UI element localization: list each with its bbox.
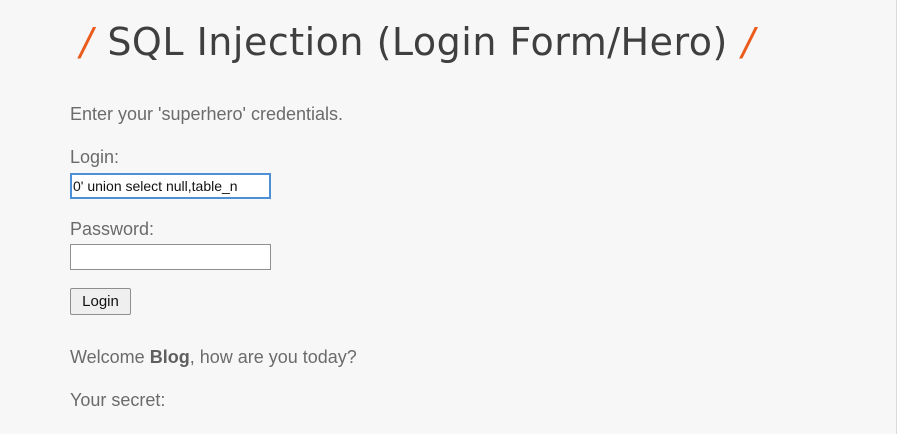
welcome-username: Blog bbox=[149, 347, 190, 367]
page-title-text: SQL Injection (Login Form/Hero) bbox=[107, 20, 728, 64]
password-label: Password: bbox=[70, 219, 155, 239]
page-content: / SQL Injection (Login Form/Hero) / Enter … bbox=[0, 0, 896, 434]
page-title: / SQL Injection (Login Form/Hero) / bbox=[66, 20, 769, 64]
title-slash-left: / bbox=[80, 20, 94, 64]
login-label: Login: bbox=[70, 147, 120, 167]
vertical-scrollbar[interactable] bbox=[896, 0, 911, 434]
login-button[interactable]: Login bbox=[70, 288, 131, 315]
welcome-prefix: Welcome bbox=[70, 347, 150, 367]
password-input[interactable] bbox=[70, 244, 271, 270]
secret-label: Your secret: bbox=[70, 390, 166, 410]
login-input[interactable] bbox=[70, 173, 271, 199]
welcome-message: Welcome Blog, how are you today? bbox=[70, 347, 357, 368]
welcome-suffix: , how are you today? bbox=[189, 347, 357, 367]
title-slash-right: / bbox=[741, 20, 756, 64]
intro-text: Enter your 'superhero' credentials. bbox=[70, 104, 344, 124]
